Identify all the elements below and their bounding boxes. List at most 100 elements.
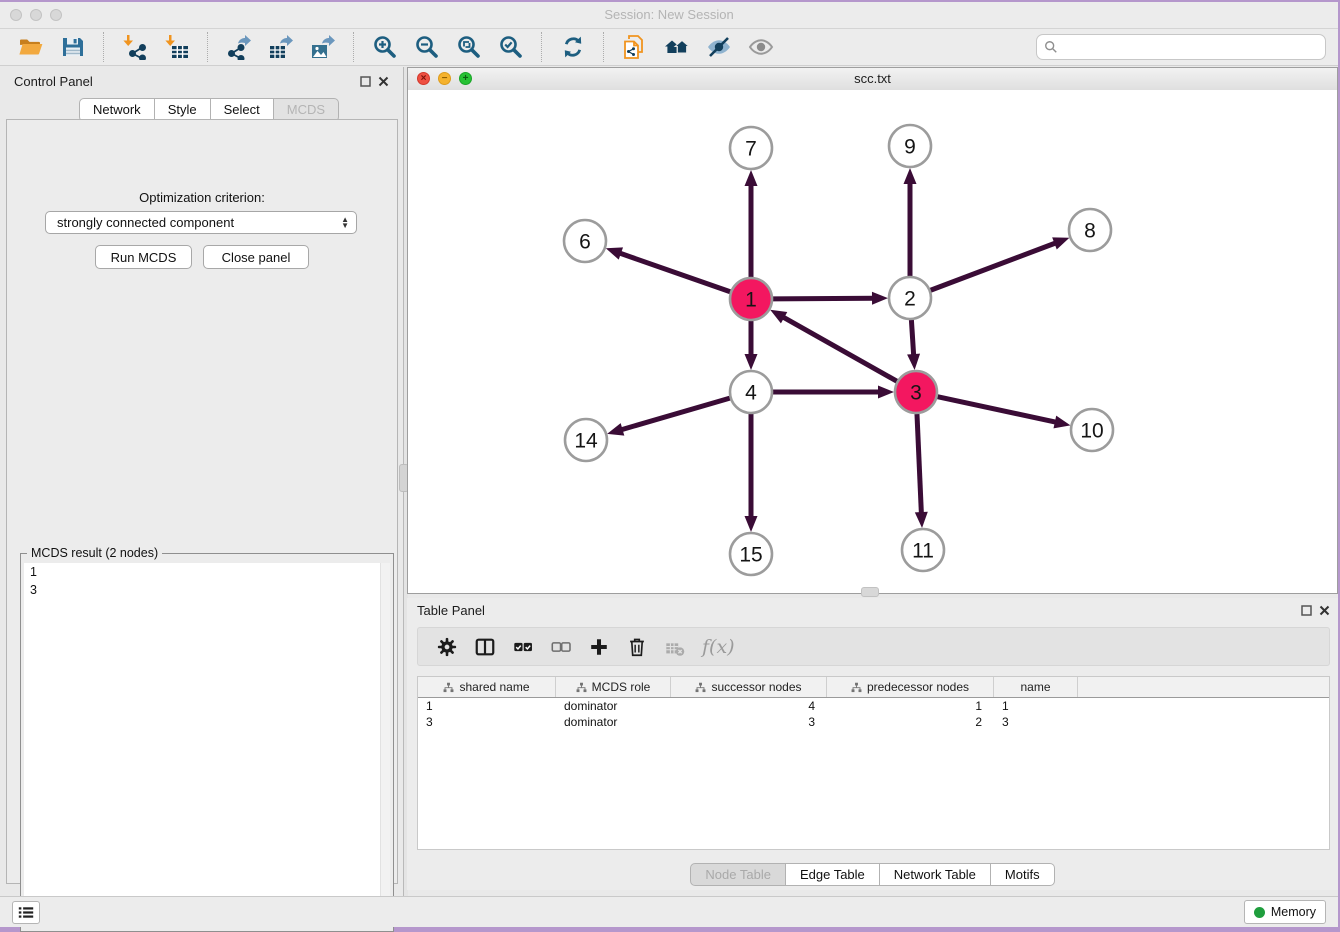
splitter-handle-horizontal[interactable]	[861, 587, 879, 597]
zoom-out-icon	[414, 34, 440, 60]
graph-edge-arrowhead	[904, 168, 917, 184]
table-tabs: Node TableEdge TableNetwork TableMotifs	[407, 863, 1338, 886]
graph-edge-arrowhead	[607, 423, 624, 435]
graph-edge-arrowhead	[1053, 416, 1070, 429]
zoom-in-button[interactable]	[370, 32, 400, 62]
plus-icon	[588, 636, 610, 658]
graph-edge-arrowhead	[745, 354, 758, 370]
refresh-view-button[interactable]	[558, 32, 588, 62]
apply-layout-home-button[interactable]	[662, 32, 692, 62]
column-label: predecessor nodes	[867, 680, 969, 694]
control-panel-close-button[interactable]	[377, 75, 390, 88]
graph-edge-4-14[interactable]	[620, 398, 730, 430]
export-image-button[interactable]	[308, 32, 338, 62]
zoom-fit-button[interactable]	[454, 32, 484, 62]
table-panel-close-button[interactable]	[1318, 604, 1331, 617]
mcds-panel: Optimization criterion: strongly connect…	[6, 119, 398, 884]
graph-edge-3-11[interactable]	[917, 414, 921, 515]
zoom-fit-icon	[456, 34, 482, 60]
toolbar-separator	[603, 32, 605, 62]
network-view-window: × − + scc.txt 7968124314101511	[407, 67, 1338, 594]
import-table-button[interactable]	[162, 32, 192, 62]
show-panels-button[interactable]	[12, 901, 40, 924]
table-row[interactable]: 1dominator411	[418, 698, 1329, 714]
result-line: 1	[24, 563, 380, 581]
select-all-button[interactable]	[510, 634, 536, 660]
open-session-button[interactable]	[16, 32, 46, 62]
table-cell: 3	[418, 714, 556, 730]
zoom-out-button[interactable]	[412, 32, 442, 62]
zoom-selected-button[interactable]	[496, 32, 526, 62]
delete-column-button[interactable]	[624, 634, 650, 660]
tab-edge-table[interactable]: Edge Table	[786, 863, 880, 886]
save-floppy-icon	[60, 34, 86, 60]
tab-motifs[interactable]: Motifs	[991, 863, 1055, 886]
column-header-name[interactable]: name	[994, 677, 1078, 697]
graph-edge-arrowhead	[907, 354, 920, 370]
search-input[interactable]	[1058, 38, 1325, 56]
column-header-successor-nodes[interactable]: successor nodes	[671, 677, 827, 697]
fx-icon: f(x)	[702, 636, 735, 658]
column-label: shared name	[459, 680, 529, 694]
eye-icon	[748, 34, 774, 60]
tab-node-table[interactable]: Node Table	[690, 863, 786, 886]
graph-node-label-1: 1	[745, 289, 757, 312]
result-scrollbar[interactable]	[380, 563, 390, 926]
import-network-icon	[122, 34, 148, 60]
control-panel: Control Panel NetworkStyleSelectMCDS Opt…	[0, 67, 403, 898]
import-network-button[interactable]	[120, 32, 150, 62]
run-mcds-button[interactable]: Run MCDS	[95, 245, 192, 269]
show-all-button[interactable]	[746, 32, 776, 62]
node-table[interactable]: shared name MCDS rolesuccessor nodes prede…	[417, 676, 1330, 850]
export-network-button[interactable]	[224, 32, 254, 62]
add-column-button[interactable]	[586, 634, 612, 660]
save-session-button[interactable]	[58, 32, 88, 62]
graph-node-label-6: 6	[579, 231, 591, 254]
column-header-mcds-role[interactable]: MCDS role	[556, 677, 671, 697]
graph-edge-1-2[interactable]	[773, 298, 875, 299]
delete-table-button[interactable]	[662, 634, 688, 660]
table-cell: dominator	[556, 714, 671, 730]
graph-node-label-3: 3	[910, 382, 922, 405]
search-field[interactable]	[1036, 34, 1326, 60]
graph-node-label-11: 11	[912, 540, 934, 563]
export-table-button[interactable]	[266, 32, 296, 62]
graph-edge-1-6[interactable]	[618, 253, 730, 292]
graph-node-label-8: 8	[1084, 220, 1096, 243]
network-window-titlebar[interactable]: × − + scc.txt	[408, 68, 1337, 91]
graph-edge-3-10[interactable]	[938, 397, 1058, 423]
memory-label: Memory	[1271, 905, 1316, 919]
main-toolbar	[0, 29, 1338, 66]
zoom-selected-icon	[498, 34, 524, 60]
toolbar-separator	[541, 32, 543, 62]
optimization-criterion-label: Optimization criterion:	[7, 190, 397, 205]
table-panel-float-button[interactable]	[1300, 604, 1313, 617]
deselect-all-button[interactable]	[548, 634, 574, 660]
graph-edge-2-3[interactable]	[911, 320, 913, 357]
function-builder-button[interactable]: f(x)	[700, 634, 735, 660]
table-row[interactable]: 3dominator323	[418, 714, 1329, 730]
control-panel-title: Control Panel	[14, 74, 93, 89]
table-settings-button[interactable]	[434, 634, 460, 660]
mcds-result-title: MCDS result (2 nodes)	[27, 546, 162, 560]
graph-edge-arrowhead	[606, 247, 623, 259]
column-view-button[interactable]	[472, 634, 498, 660]
clone-network-button[interactable]	[620, 32, 650, 62]
column-header-predecessor-nodes[interactable]: predecessor nodes	[827, 677, 994, 697]
criterion-select[interactable]: strongly connected component ▲▼	[45, 211, 357, 234]
network-graph: 7968124314101511	[408, 90, 1337, 593]
home-icon	[664, 34, 690, 60]
control-panel-float-button[interactable]	[359, 75, 372, 88]
tab-network-table[interactable]: Network Table	[880, 863, 991, 886]
float-icon	[360, 76, 371, 87]
close-panel-button[interactable]: Close panel	[203, 245, 309, 269]
toolbar-separator	[103, 32, 105, 62]
mcds-result-textarea[interactable]: 13	[24, 563, 380, 926]
hide-selected-button[interactable]	[704, 32, 734, 62]
graph-edge-2-8[interactable]	[931, 242, 1058, 290]
network-canvas[interactable]: 7968124314101511	[408, 90, 1337, 593]
column-header-shared-name[interactable]: shared name	[418, 677, 556, 697]
memory-button[interactable]: Memory	[1244, 900, 1326, 924]
graph-edge-3-1[interactable]	[781, 316, 896, 381]
table-cell: 3	[671, 714, 827, 730]
